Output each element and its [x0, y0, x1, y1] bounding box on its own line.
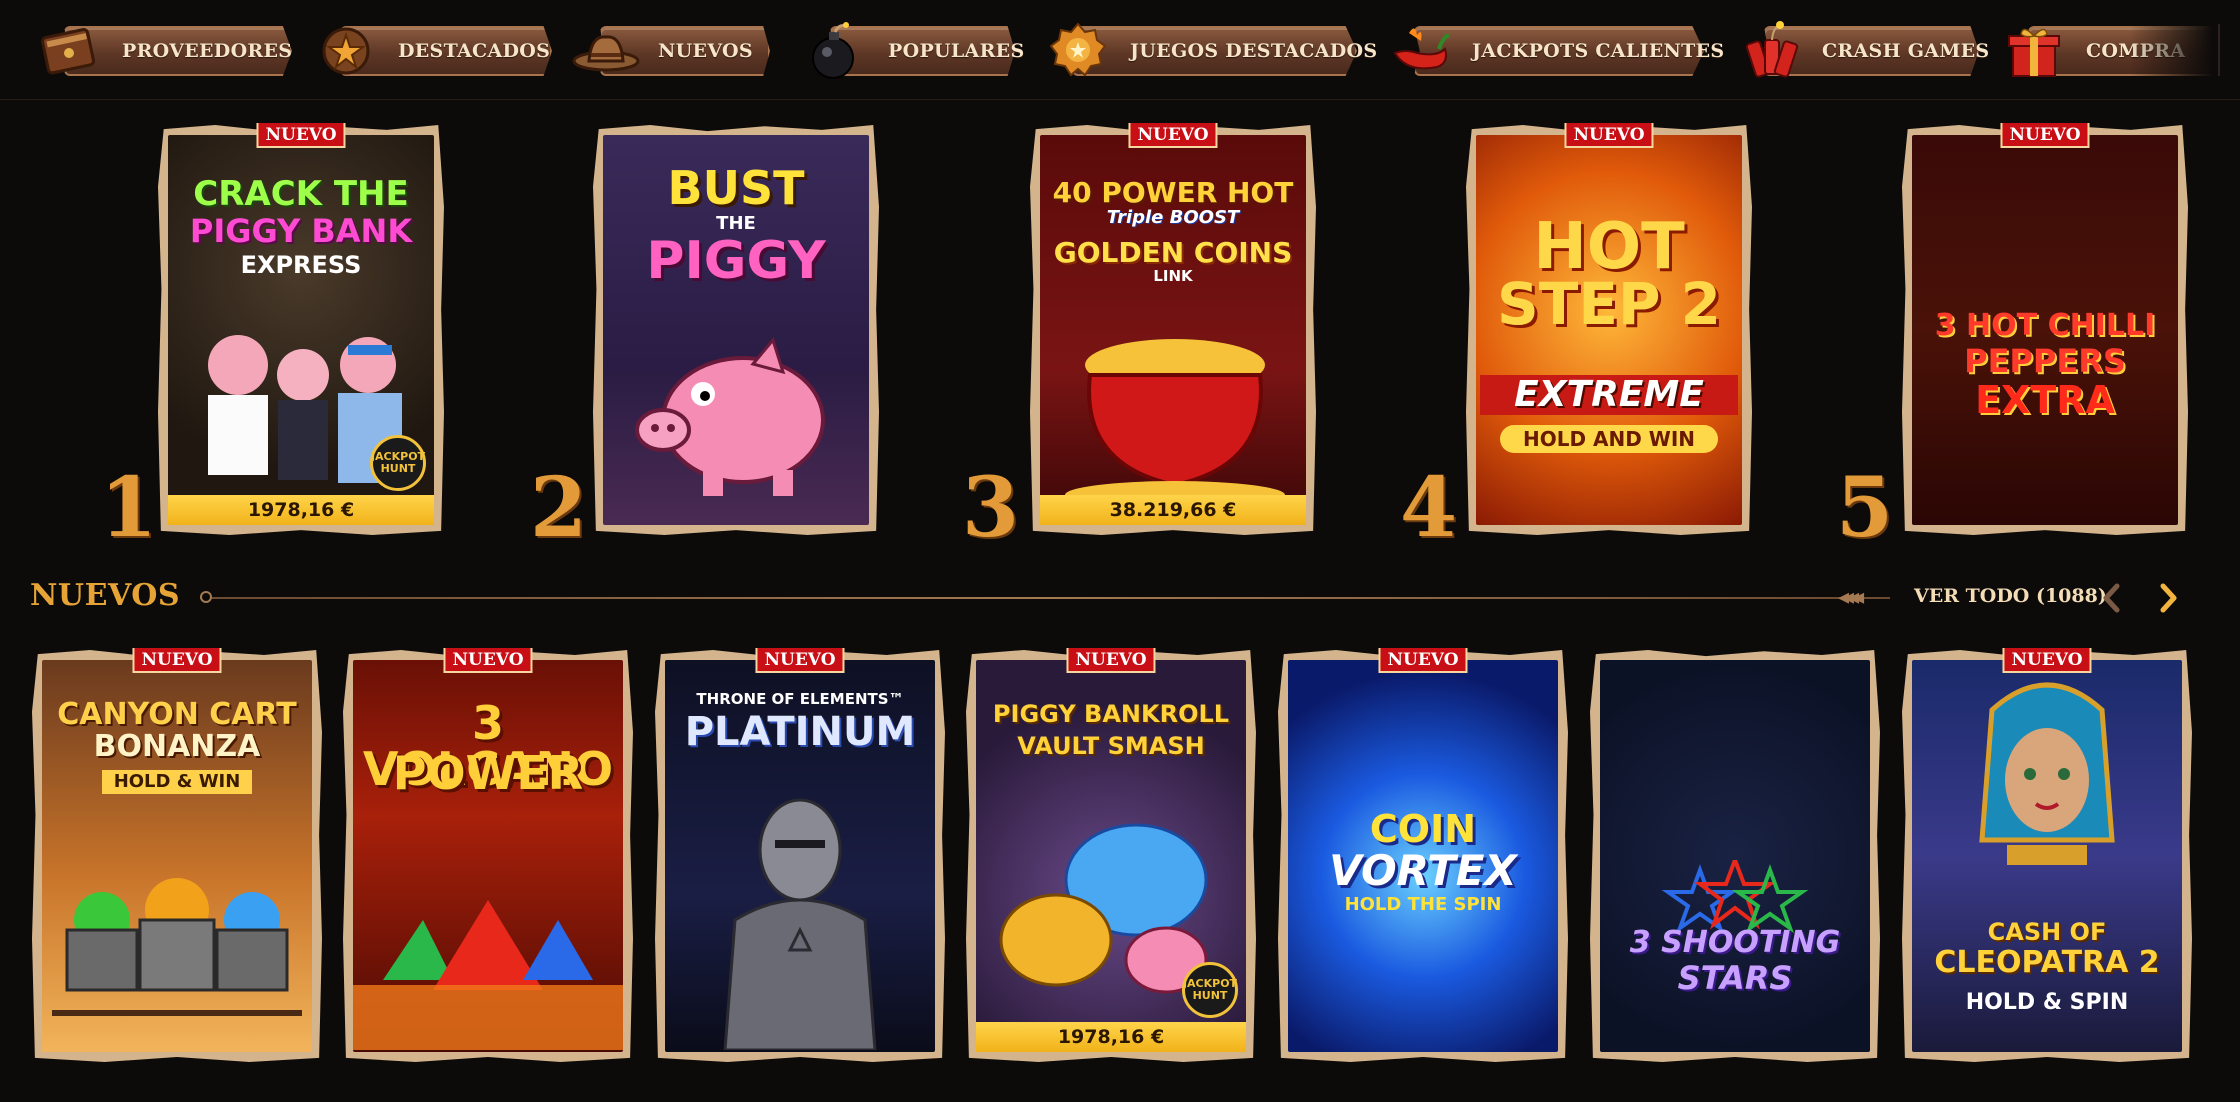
new-badge: NUEVO	[1066, 648, 1156, 673]
game-title-line: GOLDEN COINS	[1053, 236, 1293, 269]
new-badge: NUEVO	[2000, 123, 2090, 148]
game-title-line: HOLD AND WIN	[1500, 425, 1718, 453]
arrows-ornament-icon: ◂◂◂◂	[1838, 585, 1864, 610]
dynamite-icon	[1734, 20, 1806, 82]
nav-item-destacados[interactable]: DESTACADOS	[310, 20, 552, 82]
category-nav: PROVEEDORES DESTACADOS NUEVOS POPULARES	[0, 0, 2240, 100]
game-title-line: COIN	[1369, 807, 1477, 851]
game-title-line: VORTEX	[1329, 846, 1517, 895]
new-badge: NUEVO	[1128, 123, 1218, 148]
medal-icon	[1042, 20, 1114, 82]
bomb-icon	[800, 20, 872, 82]
star-badge-icon	[310, 20, 382, 82]
nav-item-proveedores[interactable]: PROVEEDORES	[34, 20, 292, 82]
game-title-line: BONANZA	[93, 729, 261, 764]
nav-item-jackpots-calientes[interactable]: JACKPOTS CALIENTES	[1384, 20, 1724, 82]
game-title-line: STEP 2	[1496, 270, 1721, 338]
section-dot	[200, 591, 212, 603]
game-title-line: STARS	[1677, 959, 1793, 997]
chevron-left-icon[interactable]	[2094, 580, 2130, 616]
game-title-line: POWER	[392, 746, 584, 800]
game-card-crack-the-piggy-bank[interactable]: CRACK THE PIGGY BANK EXPRESS JACKPOT HUN…	[158, 123, 444, 535]
rank-number: 3	[962, 460, 1020, 556]
game-card-cash-of-cleopatra-2[interactable]: CASH OF CLEOPATRA 2 HOLD & SPIN NUEVO	[1902, 648, 2192, 1062]
nav-item-crash-games[interactable]: CRASH GAMES	[1734, 20, 1989, 82]
game-card-canyon-cart-bonanza[interactable]: CANYON CART BONANZA HOLD & WIN NUEVO	[32, 648, 322, 1062]
game-card-40-power-hot[interactable]: 40 POWER HOT Triple BOOST GOLDEN COINS L…	[1030, 123, 1316, 535]
jackpot-hunt-tag: JACKPOT HUNT	[1182, 962, 1238, 1018]
new-badge: NUEVO	[256, 123, 346, 148]
game-card-3-volcano-power[interactable]: 3 VOLCANO POWER NUEVO	[343, 648, 633, 1062]
nav-item-nuevos[interactable]: NUEVOS	[570, 20, 770, 82]
game-title-line: HOLD THE SPIN	[1344, 894, 1502, 915]
nav-label: JUEGOS DESTACADOS	[1130, 40, 1378, 62]
game-title-line: VAULT SMASH	[1017, 732, 1205, 760]
new-badge: NUEVO	[1378, 648, 1468, 673]
game-title-line: CRACK THE	[193, 174, 409, 214]
game-title-line: PIGGY BANK	[189, 212, 413, 250]
book-icon	[34, 20, 106, 82]
game-title-line: HOLD & SPIN	[1965, 990, 2129, 1015]
new-badge: NUEVO	[755, 648, 845, 673]
game-title-line: EXTREME	[1480, 375, 1738, 415]
nav-item-populares[interactable]: POPULARES	[800, 20, 1024, 82]
nav-label: POPULARES	[888, 40, 1025, 62]
game-title-line: CASH OF	[1987, 918, 2107, 946]
game-card-hot-step-2-extreme[interactable]: HOT STEP 2 EXTREME HOLD AND WIN NUEVO	[1466, 123, 1752, 535]
nav-label: DESTACADOS	[398, 40, 551, 62]
game-title-line: 3 HOT CHILLI	[1934, 308, 2156, 343]
game-title-line: Triple BOOST	[1106, 207, 1240, 228]
game-title-line: 3 SHOOTING	[1629, 925, 1841, 960]
game-title-line: EXTRA	[1975, 378, 2115, 422]
game-title-line: CLEOPATRA 2	[1934, 945, 2160, 980]
view-all-link[interactable]: VER TODO (1088)	[1914, 585, 2107, 607]
game-title-line: PLATINUM	[684, 709, 916, 755]
nav-fade-overlay	[2130, 0, 2240, 99]
game-title-line: CANYON CART	[57, 697, 297, 732]
chili-pepper-icon	[1384, 20, 1456, 82]
game-title-line: 40 POWER HOT	[1052, 176, 1294, 209]
game-title-line: PIGGY BANKROLL	[992, 700, 1230, 728]
game-title-line: THRONE OF ELEMENTS™	[696, 690, 904, 708]
game-title-line: BUST	[667, 161, 805, 215]
new-badge: NUEVO	[2002, 648, 2092, 673]
rank-number: 1	[100, 460, 158, 556]
game-card-3-shooting-stars[interactable]: 3 SHOOTING STARS	[1590, 650, 1880, 1062]
jackpot-amount: 1978,16 €	[168, 495, 434, 525]
game-title-line: LINK	[1153, 267, 1193, 285]
rank-number: 2	[530, 460, 588, 556]
game-card-piggy-bankroll-vault-smash[interactable]: PIGGY BANKROLL VAULT SMASH JACKPOT HUNT …	[966, 648, 1256, 1062]
new-badge: NUEVO	[1564, 123, 1654, 148]
rank-number: 5	[1836, 460, 1894, 556]
section-title: NUEVOS	[30, 578, 180, 613]
jackpot-hunt-tag: JACKPOT HUNT	[370, 435, 426, 491]
game-card-3-hot-chilli-peppers[interactable]: 3 HOT CHILLI PEPPERS EXTRA NUEVO	[1902, 123, 2188, 535]
game-card-bust-the-piggy[interactable]: BUST THE PIGGY	[593, 125, 879, 535]
section-divider	[200, 597, 1890, 599]
rank-number: 4	[1400, 460, 1458, 556]
nav-label: JACKPOTS CALIENTES	[1472, 40, 1725, 62]
cowboy-hat-icon	[570, 20, 642, 82]
game-title-line: PEPPERS	[1964, 342, 2126, 380]
casino-lobby: PROVEEDORES DESTACADOS NUEVOS POPULARES	[0, 0, 2240, 1102]
nav-label: PROVEEDORES	[122, 40, 293, 62]
new-badge: NUEVO	[132, 648, 222, 673]
game-card-throne-of-elements-platinum[interactable]: THRONE OF ELEMENTS™ PLATINUM NUEVO	[655, 648, 945, 1062]
nav-label: NUEVOS	[658, 40, 753, 62]
gift-icon	[1998, 20, 2070, 82]
nav-divider	[2218, 24, 2220, 76]
jackpot-amount: 1978,16 €	[976, 1022, 1246, 1052]
game-title-line: HOLD & WIN	[102, 770, 252, 794]
nav-item-juegos-destacados[interactable]: JUEGOS DESTACADOS	[1042, 20, 1377, 82]
new-badge: NUEVO	[443, 648, 533, 673]
chevron-right-icon[interactable]	[2150, 580, 2186, 616]
game-title-line: EXPRESS	[240, 251, 362, 279]
game-card-coin-vortex[interactable]: COIN VORTEX HOLD THE SPIN NUEVO	[1278, 648, 1568, 1062]
nav-label: CRASH GAMES	[1822, 40, 1990, 62]
jackpot-amount: 38.219,66 €	[1040, 495, 1306, 525]
game-title-line: PIGGY	[646, 231, 826, 291]
